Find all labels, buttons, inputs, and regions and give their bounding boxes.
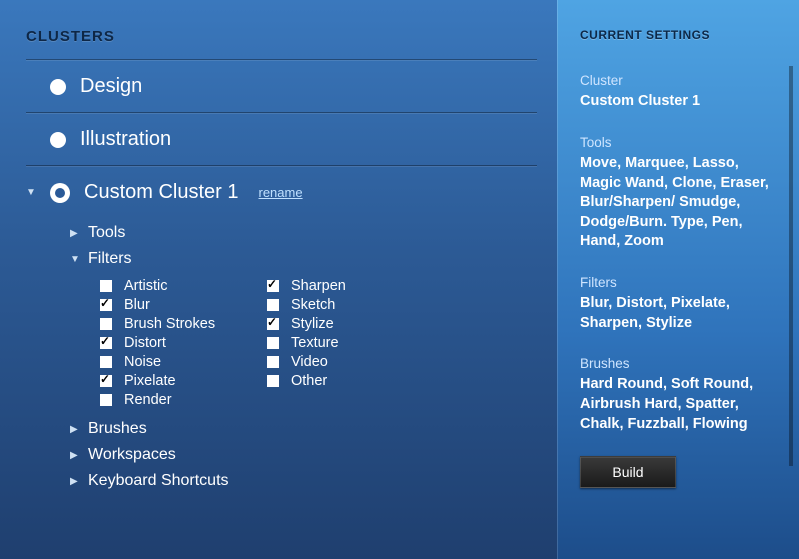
sidebar-body: Cluster Custom Cluster 1 Tools Move, Mar… bbox=[580, 72, 777, 488]
checkbox-icon[interactable] bbox=[267, 375, 279, 387]
filter-label: Blur bbox=[124, 297, 150, 313]
app-window: CLUSTERS Design Illustration ▼ Custom Cl… bbox=[0, 0, 799, 559]
checkbox-checked-icon[interactable] bbox=[100, 375, 112, 387]
filter-label: Distort bbox=[124, 335, 166, 351]
filter-label: Pixelate bbox=[124, 373, 176, 389]
checkbox-checked-icon[interactable] bbox=[267, 318, 279, 330]
setting-key: Cluster bbox=[580, 72, 777, 90]
filter-checkbox[interactable]: Render bbox=[100, 392, 253, 408]
filter-label: Artistic bbox=[124, 278, 168, 294]
setting-cluster: Cluster Custom Cluster 1 bbox=[580, 72, 777, 112]
chevron-right-icon: ▶ bbox=[70, 228, 78, 239]
cluster-subtree: ▶ Tools ▼ Filters Artistic Sharpen Blur Ske… bbox=[0, 218, 557, 500]
filter-label: Other bbox=[291, 373, 327, 389]
filter-checkbox[interactable]: Distort bbox=[100, 335, 253, 351]
radio-icon-selected[interactable] bbox=[50, 183, 70, 203]
cluster-item-custom[interactable]: ▼ Custom Cluster 1 rename bbox=[0, 167, 557, 218]
filter-checkbox[interactable]: Stylize bbox=[267, 316, 420, 332]
checkbox-icon[interactable] bbox=[100, 394, 112, 406]
setting-key: Filters bbox=[580, 274, 777, 292]
chevron-right-icon: ▶ bbox=[70, 476, 78, 487]
checkbox-icon[interactable] bbox=[267, 356, 279, 368]
checkbox-icon[interactable] bbox=[100, 318, 112, 330]
checkbox-icon[interactable] bbox=[100, 280, 112, 292]
filter-checkbox[interactable]: Pixelate bbox=[100, 373, 253, 389]
subtree-label: Filters bbox=[88, 250, 132, 268]
subtree-filters[interactable]: ▼ Filters bbox=[70, 246, 557, 272]
cluster-item-design[interactable]: Design bbox=[0, 61, 557, 112]
scrollbar[interactable] bbox=[789, 66, 793, 466]
cluster-label: Illustration bbox=[80, 128, 171, 151]
filter-checkbox[interactable]: Sharpen bbox=[267, 278, 420, 294]
setting-key: Brushes bbox=[580, 355, 777, 373]
filter-label: Video bbox=[291, 354, 328, 370]
filter-checkbox[interactable]: Blur bbox=[100, 297, 253, 313]
subtree-label: Keyboard Shortcuts bbox=[88, 472, 229, 490]
setting-filters: Filters Blur, Distort, Pixelate, Sharpen… bbox=[580, 274, 777, 333]
clusters-panel: CLUSTERS Design Illustration ▼ Custom Cl… bbox=[0, 0, 557, 559]
filter-checkbox[interactable]: Noise bbox=[100, 354, 253, 370]
filter-checkbox[interactable]: Other bbox=[267, 373, 420, 389]
setting-tools: Tools Move, Marquee, Lasso, Magic Wand, … bbox=[580, 134, 777, 252]
chevron-down-icon: ▼ bbox=[70, 254, 78, 265]
chevron-right-icon: ▶ bbox=[70, 450, 78, 461]
settings-sidebar: CURRENT SETTINGS Cluster Custom Cluster … bbox=[557, 0, 799, 559]
cluster-label: Custom Cluster 1 bbox=[84, 181, 239, 204]
chevron-right-icon: ▶ bbox=[70, 424, 78, 435]
filter-label: Render bbox=[124, 392, 172, 408]
filter-label: Brush Strokes bbox=[124, 316, 215, 332]
filter-checkbox[interactable]: Artistic bbox=[100, 278, 253, 294]
subtree-keyboard[interactable]: ▶ Keyboard Shortcuts bbox=[70, 468, 557, 494]
setting-value: Hard Round, Soft Round, Airbrush Hard, S… bbox=[580, 375, 777, 434]
filter-label: Noise bbox=[124, 354, 161, 370]
checkbox-icon[interactable] bbox=[267, 299, 279, 311]
checkbox-checked-icon[interactable] bbox=[100, 299, 112, 311]
radio-icon[interactable] bbox=[50, 132, 66, 148]
checkbox-icon[interactable] bbox=[100, 356, 112, 368]
filter-checkbox[interactable]: Video bbox=[267, 354, 420, 370]
subtree-label: Workspaces bbox=[88, 446, 176, 464]
setting-brushes: Brushes Hard Round, Soft Round, Airbrush… bbox=[580, 355, 777, 434]
subtree-brushes[interactable]: ▶ Brushes bbox=[70, 416, 557, 442]
subtree-label: Tools bbox=[88, 224, 125, 242]
chevron-down-icon: ▼ bbox=[26, 187, 36, 198]
filter-label: Texture bbox=[291, 335, 339, 351]
filter-checkbox[interactable]: Texture bbox=[267, 335, 420, 351]
filter-label: Stylize bbox=[291, 316, 334, 332]
checkbox-checked-icon[interactable] bbox=[100, 337, 112, 349]
setting-value: Blur, Distort, Pixelate, Sharpen, Styliz… bbox=[580, 294, 777, 333]
cluster-item-illustration[interactable]: Illustration bbox=[0, 114, 557, 165]
filters-grid: Artistic Sharpen Blur Sketch Brush Strokes St… bbox=[70, 272, 450, 416]
setting-key: Tools bbox=[580, 134, 777, 152]
checkbox-checked-icon[interactable] bbox=[267, 280, 279, 292]
subtree-tools[interactable]: ▶ Tools bbox=[70, 220, 557, 246]
setting-value: Custom Cluster 1 bbox=[580, 92, 777, 112]
setting-value: Move, Marquee, Lasso, Magic Wand, Clone,… bbox=[580, 154, 777, 252]
build-button[interactable]: Build bbox=[580, 456, 676, 488]
filter-label: Sharpen bbox=[291, 278, 346, 294]
radio-icon[interactable] bbox=[50, 79, 66, 95]
checkbox-icon[interactable] bbox=[267, 337, 279, 349]
rename-link[interactable]: rename bbox=[259, 185, 303, 200]
filter-label: Sketch bbox=[291, 297, 335, 313]
filter-checkbox[interactable]: Sketch bbox=[267, 297, 420, 313]
subtree-label: Brushes bbox=[88, 420, 147, 438]
cluster-label: Design bbox=[80, 75, 142, 98]
sidebar-title: CURRENT SETTINGS bbox=[580, 28, 777, 42]
filter-checkbox[interactable]: Brush Strokes bbox=[100, 316, 253, 332]
section-title: CLUSTERS bbox=[0, 28, 557, 59]
subtree-workspaces[interactable]: ▶ Workspaces bbox=[70, 442, 557, 468]
